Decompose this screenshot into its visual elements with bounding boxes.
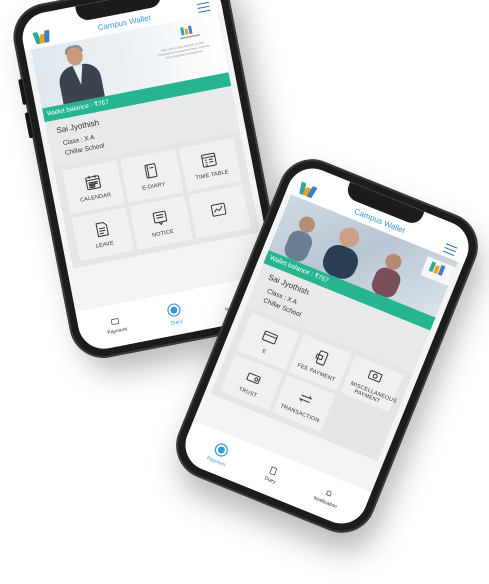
- leave-document-icon: [95, 221, 109, 237]
- tile-time-table[interactable]: TIME TABLE: [178, 137, 242, 192]
- tile-label: TIME TABLE: [195, 168, 230, 181]
- fee-payment-icon: [315, 350, 329, 366]
- payment-circle-icon: [214, 442, 228, 456]
- notice-icon: [152, 210, 167, 225]
- hamburger-menu-icon[interactable]: [196, 1, 211, 13]
- nav-payment[interactable]: Payment: [206, 439, 233, 468]
- tile-label: TRANSACTION: [279, 402, 321, 424]
- volume-button: [24, 112, 34, 139]
- tile-leave[interactable]: LEAVE: [71, 207, 135, 262]
- nav-label: Payment: [106, 325, 128, 336]
- nav-label: Diary: [170, 318, 183, 327]
- nav-diary[interactable]: Diary: [166, 301, 184, 326]
- tile-label: CALENDAR: [79, 191, 112, 204]
- campus-wallet-logo-icon: [298, 181, 318, 199]
- tile-label: NOTICE: [151, 228, 175, 239]
- diary-icon: [144, 162, 158, 179]
- chart-icon: [211, 202, 227, 217]
- tile-calendar[interactable]: CALENDAR: [62, 160, 126, 215]
- tile-label: FEE PAYMENT: [296, 362, 337, 383]
- tile-label: E: [261, 347, 268, 355]
- diary-circle-icon: [167, 302, 181, 317]
- timetable-icon: [201, 152, 218, 168]
- tile-label: E-DIARY: [141, 180, 167, 192]
- diary-icon: [270, 466, 278, 476]
- banner-logo-icon: [177, 23, 201, 41]
- tile-label: TRUST: [237, 385, 259, 399]
- payment-icon: [111, 317, 120, 325]
- tile-label: LEAVE: [95, 239, 115, 250]
- trust-icon: [246, 372, 261, 384]
- misc-payment-icon: [368, 369, 383, 382]
- nav-payment[interactable]: Payment: [105, 315, 128, 336]
- card-icon: [262, 330, 279, 344]
- tile-miscellaneous-payment[interactable]: MISCELLANEOUS PAYMENT: [340, 355, 404, 412]
- banner-person-image: [49, 39, 109, 105]
- nav-label: Diary: [263, 474, 277, 485]
- calendar-icon: [84, 174, 101, 190]
- volume-button: [18, 78, 27, 106]
- banner-text: Skip cash at the physical counter. Conve…: [156, 40, 211, 60]
- campus-wallet-logo-icon: [32, 29, 51, 45]
- tile-notice[interactable]: NOTICE: [129, 196, 193, 250]
- transaction-icon: [299, 394, 313, 403]
- nav-label: Notification: [312, 494, 338, 510]
- tile-chart[interactable]: [187, 184, 251, 239]
- hamburger-menu-icon[interactable]: [442, 243, 458, 256]
- bell-icon: [325, 490, 332, 497]
- nav-notification[interactable]: Notification: [313, 485, 342, 510]
- nav-diary[interactable]: Diary: [264, 465, 281, 485]
- tile-e-diary[interactable]: E-DIARY: [120, 148, 184, 203]
- tile-label: MISCELLANEOUS PAYMENT: [349, 380, 398, 405]
